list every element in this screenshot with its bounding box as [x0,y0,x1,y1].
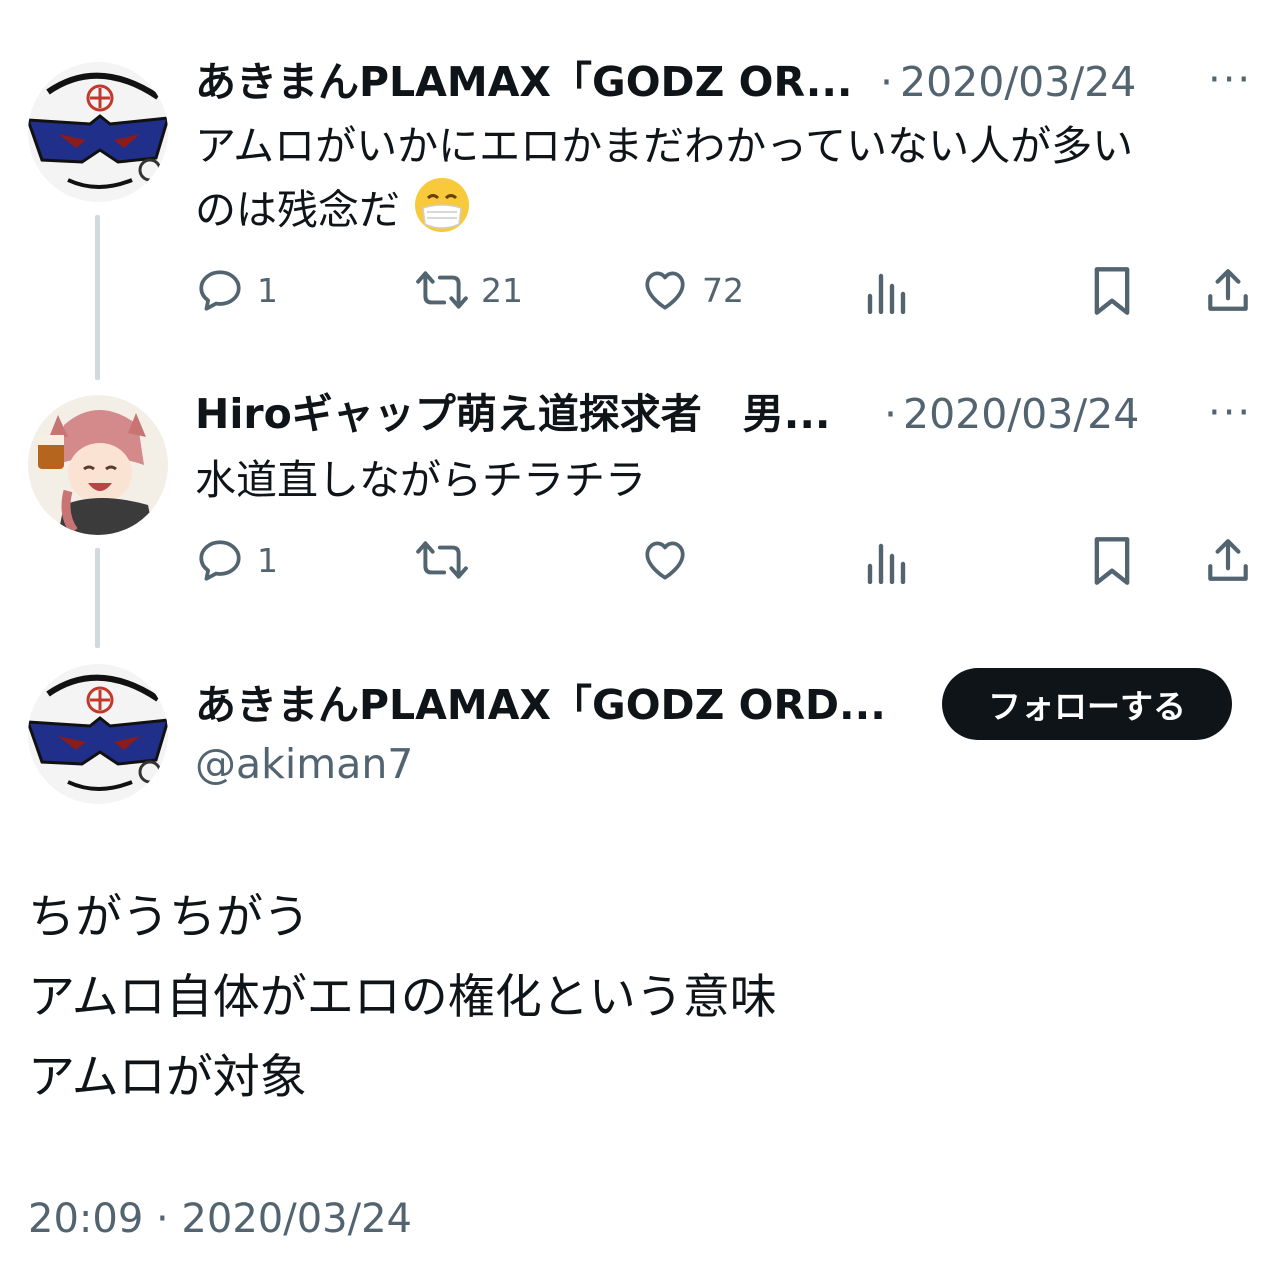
share-button[interactable] [1204,265,1252,315]
share-button[interactable] [1204,535,1252,585]
bookmark-icon [1090,265,1134,317]
retweet-button[interactable] [415,535,481,585]
tweet-timestamp[interactable]: 20:09 · 2020/03/24 [28,1196,412,1242]
tweet-line: アムロが対象 [28,1050,307,1105]
author-name[interactable]: Hiroギャップ萌え道探求者 男... [195,390,830,438]
reply-button[interactable]: 1 [195,265,278,315]
like-button[interactable]: 72 [640,265,744,315]
views-button[interactable] [866,268,910,314]
mask-face-emoji [413,176,471,250]
retweet-icon [415,265,469,315]
retweet-icon [415,535,469,585]
more-icon[interactable]: ··· [1208,60,1252,100]
share-icon [1204,535,1252,585]
tweet-body: ちがうちがう アムロ自体がエロの権化という意味 アムロが対象 [28,878,777,1118]
tweet-line: アムロ自体がエロの権化という意味 [28,970,777,1025]
tweet-text-line: のは残念だ [195,186,400,234]
more-icon[interactable]: ··· [1208,393,1252,433]
retweet-button[interactable]: 21 [415,265,523,315]
tweet-date[interactable]: 2020/03/24 [903,390,1139,438]
reply-count: 1 [257,540,278,580]
like-icon [640,535,690,585]
reply-icon [195,535,245,585]
tweet-line: ちがうちがう [28,890,310,945]
avatar-hiro[interactable] [28,395,168,535]
tweet-text-line: アムロがいかにエロかまだわかっていない人が多い [195,122,1134,170]
thread-line [95,548,100,648]
author-handle[interactable]: @akiman7 [195,740,413,788]
views-icon [866,538,910,584]
views-icon [866,268,910,314]
avatar-akiman[interactable] [28,664,168,804]
separator-dot: · [880,58,894,106]
bookmark-button[interactable] [1090,265,1134,317]
like-icon [640,265,690,315]
tweet-text: 水道直しながらチラチラ [195,456,646,504]
reply-count: 1 [257,270,278,310]
like-count: 72 [702,270,744,310]
bookmark-button[interactable] [1090,535,1134,587]
separator-dot: · [884,390,898,438]
author-name[interactable]: あきまんPLAMAX「GODZ ORD... [195,681,886,729]
views-button[interactable] [866,538,910,584]
thread-line [95,215,100,380]
share-icon [1204,265,1252,315]
like-button[interactable] [640,535,702,585]
tweet-date[interactable]: 2020/03/24 [900,58,1136,106]
avatar-akiman[interactable] [28,62,168,202]
author-name[interactable]: あきまんPLAMAX「GODZ OR... [195,58,853,106]
bookmark-icon [1090,535,1134,587]
follow-button[interactable]: フォローする [942,668,1232,740]
reply-button[interactable]: 1 [195,535,278,585]
tweet-text: アムロがいかにエロかまだわかっていない人が多い のは残念だ [195,116,1133,250]
reply-icon [195,265,245,315]
retweet-count: 21 [481,270,523,310]
